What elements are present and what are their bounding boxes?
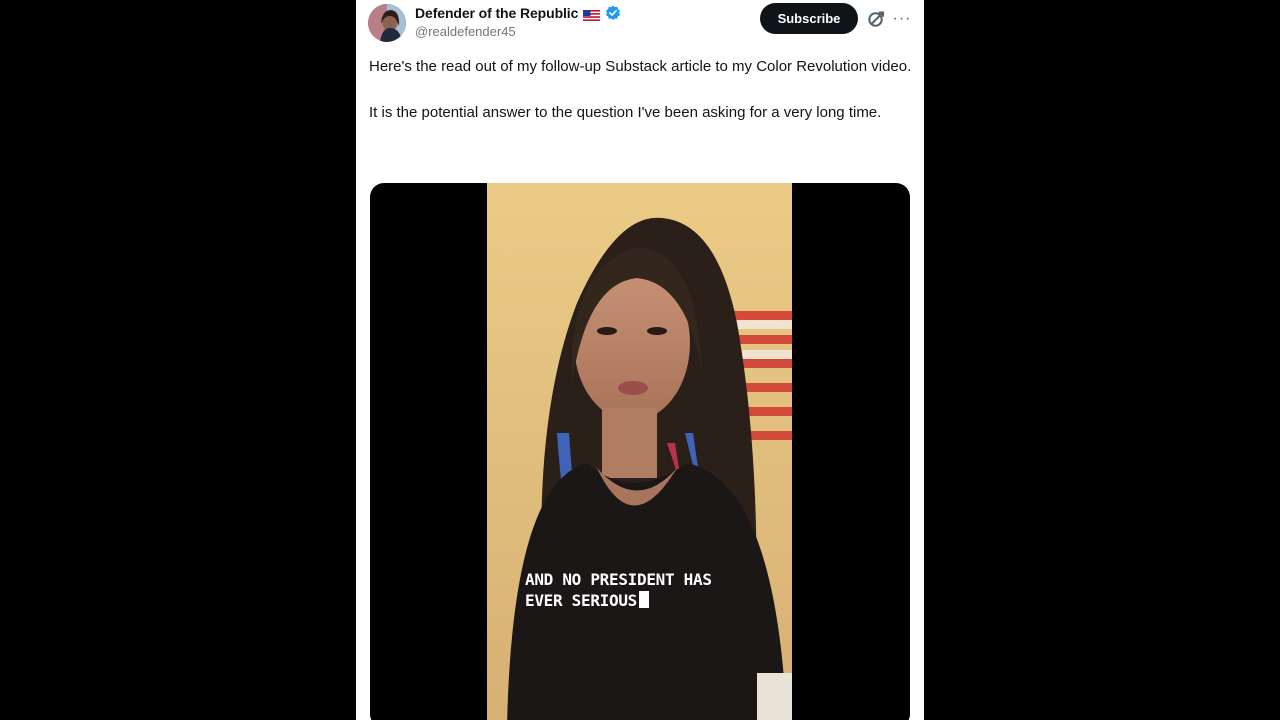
tweet-video[interactable]: AND NO PRESIDENT HAS EVER SERIOUS [370, 183, 910, 720]
avatar-image [368, 4, 406, 42]
subscribe-button[interactable]: Subscribe [760, 3, 858, 34]
caption-line: AND NO PRESIDENT HAS [525, 570, 712, 589]
more-options-icon[interactable]: ··· [891, 9, 913, 29]
video-caption: AND NO PRESIDENT HAS EVER SERIOUS [525, 569, 755, 611]
author-name-row: Defender of the Republic [415, 4, 621, 22]
tweet-header: Defender of the Republic @realdefender45… [356, 0, 924, 46]
us-flag-icon [583, 8, 601, 21]
author-avatar[interactable] [368, 4, 406, 42]
caption-cursor-icon [639, 591, 649, 608]
tweet-paragraph: Here's the read out of my follow-up Subs… [369, 58, 912, 75]
verified-badge-icon [605, 5, 621, 21]
tweet-paragraph: It is the potential answer to the questi… [369, 104, 882, 121]
author-handle[interactable]: @realdefender45 [415, 24, 516, 39]
author-name[interactable]: Defender of the Republic [415, 5, 578, 21]
video-frame: AND NO PRESIDENT HAS EVER SERIOUS [487, 183, 792, 720]
video-still-image [487, 183, 792, 720]
grok-icon[interactable] [866, 9, 886, 29]
tweet-text: Here's the read out of my follow-up Subs… [369, 55, 914, 124]
tweet-card: Defender of the Republic @realdefender45… [356, 0, 924, 720]
caption-line: EVER SERIOUS [525, 591, 637, 610]
caption-line-wrapper: EVER SERIOUS [525, 590, 755, 611]
